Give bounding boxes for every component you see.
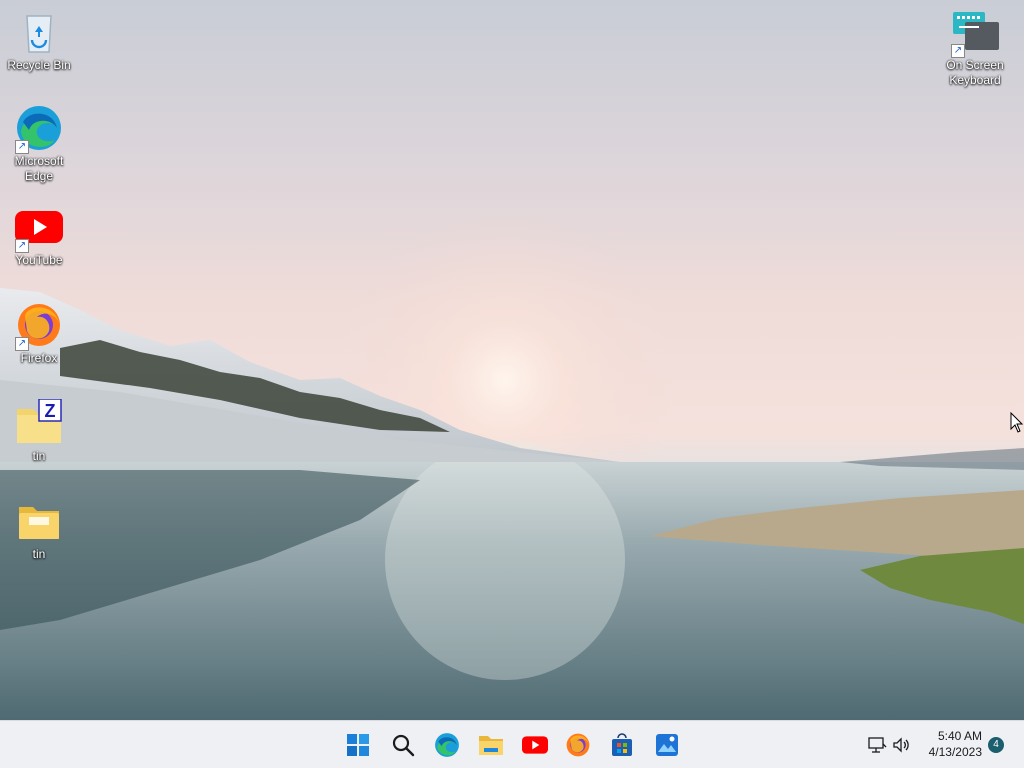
photos-icon [656,734,678,756]
youtube-icon [522,736,548,754]
mouse-cursor-icon [1010,412,1024,433]
desktop-icon-label: Firefox [20,351,58,365]
youtube-icon: ↗ [15,203,63,253]
notification-count-badge[interactable]: 4 [988,737,1004,753]
folder-icon [15,497,63,545]
wallpaper-landscape [0,210,1024,720]
desktop-icon-label: Microsoft Edge [14,154,64,183]
start-button[interactable] [342,729,374,761]
store-icon [612,733,632,756]
taskbar: 5:40 AM 4/13/2023 4 [0,720,1024,768]
zip-folder-icon: Z [15,398,63,447]
start-icon [347,734,369,756]
desktop-icon-on-screen-keyboard[interactable]: ↗ On Screen Keyboard [937,8,1013,88]
desktop-icon-firefox[interactable]: ↗ Firefox [1,301,77,366]
clock-date: 4/13/2023 [928,745,982,759]
shortcut-arrow-icon: ↗ [951,44,965,58]
shortcut-arrow-icon: ↗ [15,140,29,154]
edge-icon: ↗ [15,104,63,154]
desktop-icon-label: tin [32,449,46,463]
recycle-bin-icon [15,8,63,56]
desktop-icon-tin-folder[interactable]: tin [1,497,77,562]
desktop-icon-label: tin [32,547,46,561]
clock-time: 5:40 AM [937,729,982,743]
desktop-icon-tin-zip[interactable]: Z tin [1,398,77,464]
firefox-icon [566,733,590,757]
taskbar-firefox-button[interactable] [562,729,594,761]
search-button[interactable] [387,729,419,761]
search-icon [392,734,415,757]
desktop-icon-recycle-bin[interactable]: Recycle Bin [1,8,77,73]
svg-text:Z: Z [45,401,56,421]
desktop-icon-label: YouTube [15,253,63,267]
shortcut-arrow-icon: ↗ [15,337,29,351]
edge-icon [435,733,459,757]
desktop-icon-youtube[interactable]: ↗ YouTube [1,203,77,268]
desktop[interactable]: Recycle Bin ↗ Microsoft Edge ↗ YouTube ↗… [0,0,1024,720]
network-icon[interactable] [867,735,887,755]
taskbar-youtube-button[interactable] [519,729,551,761]
clock[interactable]: 5:40 AM 4/13/2023 [929,728,982,760]
taskbar-edge-button[interactable] [431,729,463,761]
desktop-icon-label: On Screen Keyboard [946,58,1004,87]
desktop-icon-label: Recycle Bin [7,58,71,72]
keyboard-icon: ↗ [951,8,999,58]
shortcut-arrow-icon: ↗ [15,239,29,253]
volume-icon[interactable] [891,735,911,755]
taskbar-photos-button[interactable] [651,729,683,761]
file-explorer-icon [479,736,503,755]
taskbar-file-explorer-button[interactable] [475,729,507,761]
desktop-icon-microsoft-edge[interactable]: ↗ Microsoft Edge [1,104,77,184]
firefox-icon: ↗ [15,301,63,351]
taskbar-store-button[interactable] [606,729,638,761]
